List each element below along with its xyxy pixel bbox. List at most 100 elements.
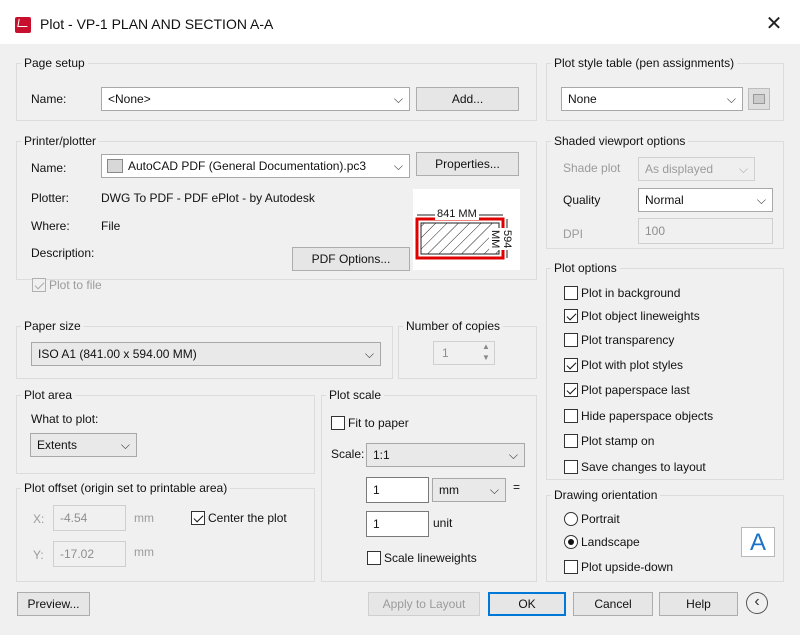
plot-option-checkbox[interactable] [564,309,578,323]
plot-style-select[interactable]: None ⌵ [561,87,743,111]
what-to-plot-select[interactable]: Extents ⌵ [30,433,137,457]
dpi-input[interactable]: 100 [638,218,773,244]
close-button[interactable]: ✕ [760,12,788,36]
landscape-label: Landscape [581,535,640,549]
offset-y-input[interactable]: -17.02 [53,541,126,567]
printer-name-select[interactable]: AutoCAD PDF (General Documentation).pc3 … [101,154,410,178]
offset-x-input[interactable]: -4.54 [53,505,126,531]
center-plot-checkbox[interactable] [191,511,205,525]
where-label: Where: [31,219,70,233]
paper-width-label: 841 MM [435,208,479,220]
scale-lineweights-checkbox[interactable] [367,551,381,565]
plot-option-label: Plot transparency [581,333,675,347]
shade-plot-select[interactable]: As displayed ⌵ [638,157,755,181]
plot-option-checkbox[interactable] [564,333,578,347]
chevron-down-icon: ⌵ [756,193,766,207]
chevron-down-icon: ⌵ [508,448,518,462]
upside-down-checkbox[interactable] [564,560,578,574]
portrait-radio[interactable] [564,512,578,526]
plot-style-value: None [568,92,597,106]
copies-title: Number of copies [403,319,504,333]
properties-button[interactable]: Properties... [416,152,519,176]
paper-size-select[interactable]: ISO A1 (841.00 x 594.00 MM) ⌵ [31,342,381,366]
drawing-orientation-title: Drawing orientation [551,488,661,502]
scale-unit1: mm [439,483,459,497]
fit-to-paper-label: Fit to paper [348,416,409,430]
page-setup-name-select[interactable]: <None> ⌵ [101,87,410,111]
scale-unit-select[interactable]: mm ⌵ [432,478,506,502]
chevron-down-icon: ⌵ [489,483,499,497]
scale-unit2: unit [433,516,453,530]
what-to-plot-label: What to plot: [31,412,99,426]
quality-label: Quality [563,193,601,207]
offset-y-unit: mm [134,545,154,559]
plot-option-checkbox[interactable] [564,434,578,448]
plot-area-title: Plot area [21,388,76,402]
more-options-icon[interactable]: ‹ [746,592,768,614]
shade-plot-value: As displayed [645,162,714,176]
shade-plot-label: Shade plot [563,161,621,175]
offset-x-label: X: [33,512,45,526]
scale-value2: 1 [373,517,380,531]
plot-offset-group [16,488,315,582]
edit-plot-style-glyph [753,94,765,104]
ok-button[interactable]: OK [488,592,566,616]
shaded-viewport-title: Shaded viewport options [551,134,689,148]
plot-option-label: Plot in background [581,286,681,300]
chevron-down-icon: ⌵ [393,159,403,173]
chevron-down-icon: ⌵ [393,92,403,106]
scale-select[interactable]: 1:1 ⌵ [366,443,525,467]
paper-height-label: 594 MM [489,228,513,251]
plot-option-checkbox[interactable] [564,383,578,397]
copies-up-icon[interactable]: ▲ [478,342,494,353]
page-setup-title: Page setup [21,56,88,70]
copies-value: 1 [442,346,449,360]
printer-icon [107,159,123,173]
apply-to-layout-button[interactable]: Apply to Layout [368,592,480,616]
paper-size-title: Paper size [21,319,84,333]
edit-plot-style-icon[interactable] [748,88,770,110]
plot-option-label: Hide paperspace objects [581,409,714,423]
plotter-label: Plotter: [31,191,70,205]
plot-scale-title: Plot scale [326,388,385,402]
chevron-down-icon: ⌵ [726,92,736,106]
offset-y-label: Y: [33,548,44,562]
scale-value1-input[interactable]: 1 [366,477,429,503]
plot-option-checkbox[interactable] [564,286,578,300]
scale-equals: = [513,480,521,494]
paper-preview: 841 MM 594 MM [413,189,520,270]
copies-down-icon[interactable]: ▼ [478,353,494,364]
cancel-button[interactable]: Cancel [573,592,653,616]
landscape-radio[interactable] [564,535,578,549]
plot-option-checkbox[interactable] [564,460,578,474]
help-button[interactable]: Help [659,592,738,616]
printer-name-value: AutoCAD PDF (General Documentation).pc3 [128,159,367,173]
scale-value2-input[interactable]: 1 [366,511,429,537]
dpi-label: DPI [563,227,584,241]
plot-option-checkbox[interactable] [564,358,578,372]
page-setup-name-value: <None> [108,92,151,106]
orientation-preview-icon: A [741,527,775,557]
description-label: Description: [31,246,95,260]
chevron-down-icon: ⌵ [738,162,748,176]
chevron-down-icon: ⌵ [364,347,374,361]
add-page-setup-button[interactable]: Add... [416,87,519,111]
plot-option-checkbox[interactable] [564,409,578,423]
plot-style-title: Plot style table (pen assignments) [551,56,738,70]
plotter-value: DWG To PDF - PDF ePlot - by Autodesk [101,191,315,205]
plot-option-label: Plot with plot styles [581,358,684,372]
plot-to-file-checkbox[interactable] [32,278,46,292]
printer-name-label: Name: [31,161,67,175]
offset-x-value: -4.54 [60,511,88,525]
quality-select[interactable]: Normal ⌵ [638,188,773,212]
fit-to-paper-checkbox[interactable] [331,416,345,430]
autocad-logo-icon [15,17,31,33]
dpi-value: 100 [645,224,666,238]
chevron-down-icon: ⌵ [120,438,130,452]
what-to-plot-value: Extents [37,438,78,452]
pdf-options-button[interactable]: PDF Options... [292,247,410,271]
scale-value1: 1 [373,483,380,497]
preview-button[interactable]: Preview... [17,592,90,616]
upside-down-label: Plot upside-down [581,560,674,574]
plot-option-label: Plot object lineweights [581,309,700,323]
